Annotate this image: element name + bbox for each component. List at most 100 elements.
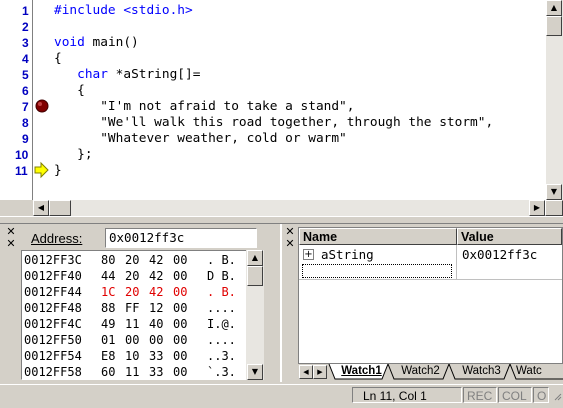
memory-row[interactable]: 0012FF44 1C 20 42 00 . B. (24, 284, 244, 300)
column-divider (456, 245, 457, 279)
watch-window: ✕ ✕ Name Value + aString 0x0012ff3c ◀ ▶ Wa… (280, 224, 563, 382)
memory-byte: 33 (149, 349, 164, 363)
code-line[interactable]: } (54, 163, 62, 179)
scroll-left-button[interactable]: ◀ (33, 200, 49, 216)
address-label: Address: (31, 231, 83, 246)
memory-byte: 80 (101, 253, 116, 267)
line-number: 10 (15, 148, 29, 162)
code-line[interactable]: { (54, 51, 62, 67)
memory-byte: 00 (173, 333, 188, 347)
scroll-up-button[interactable]: ▲ (546, 0, 562, 16)
memory-byte: FF (125, 301, 140, 315)
line-number: 11 (15, 164, 28, 178)
watch-name[interactable]: aString (321, 246, 374, 263)
line-number: 1 (22, 4, 29, 18)
memory-byte: 00 (173, 285, 188, 299)
code-line[interactable]: #include <stdio.h> (54, 3, 193, 19)
memory-byte: 11 (125, 317, 140, 331)
code-line[interactable]: }; (54, 147, 93, 163)
memory-row[interactable]: 0012FF40 44 20 42 00 D B. (24, 268, 244, 284)
code-token: main() (92, 35, 139, 50)
name-column-header[interactable]: Name (299, 228, 457, 245)
code-token: }; (54, 147, 93, 162)
memory-byte: 1C (101, 285, 116, 299)
line-number: 7 (22, 100, 29, 114)
code-line[interactable]: "We'll walk this road together, through … (54, 115, 493, 131)
memory-row[interactable]: 0012FF54 E8 10 33 00 ..3. (24, 348, 244, 364)
tab-watch2[interactable]: Watch2 (394, 364, 447, 380)
code-token: void (54, 35, 93, 50)
memory-row[interactable]: 0012FF4C 49 11 40 00 I.@. (24, 316, 244, 332)
memory-byte: 33 (149, 365, 164, 379)
code-line[interactable]: char *aString[]= (54, 67, 200, 83)
memory-byte: 00 (149, 333, 164, 347)
memory-byte: 42 (149, 269, 164, 283)
code-area[interactable]: #include <stdio.h> void main(){ char *aSt… (51, 0, 545, 200)
line-number: 3 (22, 36, 29, 50)
breakpoint-margin[interactable] (33, 0, 51, 200)
expand-icon[interactable]: + (303, 249, 314, 260)
memory-vertical-scrollbar[interactable]: ▲ ▼ (246, 250, 264, 380)
code-line[interactable]: void main() (54, 35, 139, 51)
memory-byte: 88 (101, 301, 116, 315)
memory-ascii: . B. (207, 253, 236, 267)
memory-address: 0012FF3C (24, 253, 82, 267)
new-watch-entry[interactable] (302, 264, 452, 278)
memory-byte: 10 (125, 349, 140, 363)
line-number: 5 (22, 68, 29, 82)
tab-scroll-right-button[interactable]: ▶ (313, 365, 327, 379)
source-editor[interactable]: 1 2 3 4 5 6 7 8 9 10 11 #include <stdio.h> void mai… (0, 0, 563, 216)
value-column-header[interactable]: Value (457, 228, 562, 245)
memory-ascii: .... (207, 301, 236, 315)
size-grip-icon[interactable] (552, 389, 562, 403)
hscroll-thumb[interactable] (49, 200, 71, 216)
maximize-icon[interactable]: ✕ (284, 238, 296, 250)
scroll-corner (545, 200, 563, 216)
scroll-up-button[interactable]: ▲ (247, 250, 263, 266)
editor-horizontal-scrollbar[interactable]: ◀ ▶ (33, 200, 545, 216)
breakpoint-icon-highlight (38, 102, 42, 106)
memory-byte: 11 (125, 365, 140, 379)
memory-byte: E8 (101, 349, 116, 363)
pane-splitter[interactable] (0, 216, 563, 224)
scroll-down-button[interactable]: ▼ (546, 184, 562, 200)
watch-tabs: ◀ ▶ Watch1 Watch2 Watch3 Watc (298, 364, 563, 381)
tab-scroll-left-button[interactable]: ◀ (299, 365, 313, 379)
tab-watch1[interactable]: Watch1 (335, 364, 388, 380)
line-number: 6 (22, 84, 29, 98)
line-number: 4 (22, 52, 29, 66)
code-token: #include <stdio.h> (54, 3, 193, 18)
maximize-icon[interactable]: ✕ (5, 238, 17, 250)
scroll-down-button[interactable]: ▼ (247, 364, 263, 380)
memory-row[interactable]: 0012FF48 88 FF 12 00.... (24, 300, 244, 316)
memory-address: 0012FF54 (24, 349, 82, 363)
breakpoint-icon[interactable] (35, 99, 49, 113)
code-line[interactable]: "Whatever weather, cold or warm" (54, 131, 347, 147)
memory-byte: 12 (149, 301, 164, 315)
memory-byte: 20 (125, 253, 140, 267)
code-token: "We'll walk this road together, through … (54, 115, 494, 130)
memory-address: 0012FF4C (24, 317, 82, 331)
address-input[interactable]: 0x0012ff3c (105, 228, 257, 248)
row-divider (299, 279, 562, 280)
scroll-thumb[interactable] (247, 266, 263, 286)
watch-grid[interactable]: Name Value + aString 0x0012ff3c (298, 227, 563, 364)
memory-address: 0012FF58 (24, 365, 82, 379)
code-line[interactable]: { (54, 83, 85, 99)
memory-row[interactable]: 0012FF50 01 00 00 00.... (24, 332, 244, 348)
scroll-right-button[interactable]: ▶ (529, 200, 545, 216)
memory-byte: 42 (149, 285, 164, 299)
ovr-indicator: O (533, 387, 549, 403)
memory-row[interactable]: 0012FF3C 80 20 42 00 . B. (24, 252, 244, 268)
editor-vertical-scrollbar[interactable]: ▲ ▼ (545, 0, 563, 200)
watch-value[interactable]: 0x0012ff3c (462, 246, 537, 263)
memory-grid[interactable]: 0012FF3C 80 20 42 00 . B. 0012FF40 44 20 42 00 D B.… (21, 250, 264, 380)
col-indicator: COL (498, 387, 532, 403)
tab-watch3[interactable]: Watch3 (455, 364, 508, 380)
memory-row[interactable]: 0012FF58 60 11 33 00 `.3. (24, 364, 244, 379)
scroll-thumb[interactable] (546, 16, 562, 36)
memory-byte: 00 (173, 253, 188, 267)
code-line[interactable]: "I'm not afraid to take a stand", (54, 99, 354, 115)
tab-watc[interactable]: Watc (516, 364, 563, 380)
